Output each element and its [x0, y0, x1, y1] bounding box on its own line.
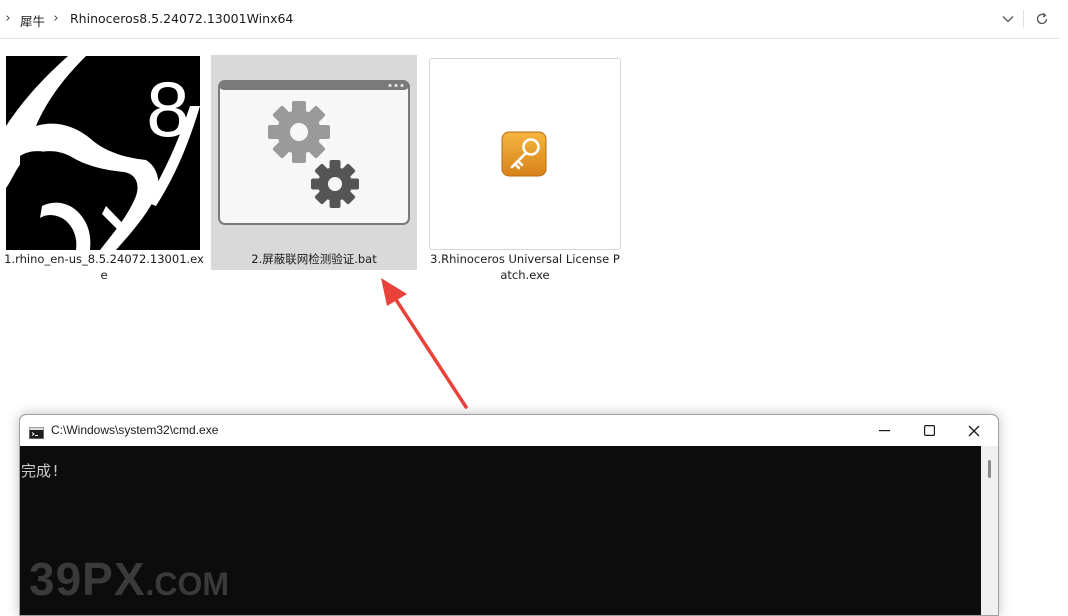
console-output-text: 完成!	[21, 462, 61, 480]
rhino-8-icon: 8	[6, 56, 200, 250]
file-name-label: 2.屏蔽联网检测验证.bat	[251, 252, 377, 266]
breadcrumb-segment-current[interactable]: Rhinoceros8.5.24072.13001Winx64	[70, 11, 293, 26]
file-name-label: 1.rhino_en-us_8.5.24072.13001.exe	[4, 252, 204, 282]
red-arrow-annotation	[381, 278, 468, 409]
watermark-small: .COM	[145, 566, 230, 602]
cmd-title: C:\Windows\system32\cmd.exe	[51, 423, 219, 437]
console-icon	[29, 424, 44, 443]
watermark-big: 39PX	[29, 553, 146, 605]
address-divider	[1023, 10, 1024, 28]
breadcrumb-segment-parent[interactable]: 犀牛	[20, 11, 45, 30]
cmd-window[interactable]: C:\Windows\system32\cmd.exe 完成! 39PX.COM	[19, 414, 999, 616]
svg-text:8: 8	[146, 65, 189, 153]
chevron-down-icon[interactable]	[995, 6, 1021, 32]
address-bar[interactable]: › 犀牛 › Rhinoceros8.5.24072.13001Winx64	[0, 0, 1060, 39]
breadcrumb-separator-icon[interactable]: ›	[50, 11, 62, 26]
maximize-button[interactable]	[906, 415, 952, 446]
cmd-titlebar[interactable]: C:\Windows\system32\cmd.exe	[20, 415, 998, 446]
file-item-rhino-installer[interactable]: 8 1.rhino_en-us_8.5.24072.13001.exe	[4, 54, 204, 286]
watermark-logo: 39PX.COM	[29, 552, 229, 606]
console-scrollbar[interactable]	[981, 446, 998, 615]
file-item-batch-script[interactable]: 2.屏蔽联网检测验证.bat	[211, 55, 417, 270]
minimize-button[interactable]	[861, 415, 907, 446]
refresh-icon[interactable]	[1029, 6, 1055, 32]
key-icon	[429, 58, 621, 250]
console-output-area[interactable]: 完成! 39PX.COM	[20, 446, 981, 615]
scrollbar-thumb[interactable]	[988, 460, 991, 478]
close-button[interactable]	[951, 415, 997, 446]
breadcrumb-chevron-icon[interactable]: ›	[2, 11, 14, 26]
file-item-license-patch[interactable]: 3.Rhinoceros Universal License Patch.exe	[427, 56, 623, 288]
batch-file-gears-icon	[218, 80, 410, 225]
